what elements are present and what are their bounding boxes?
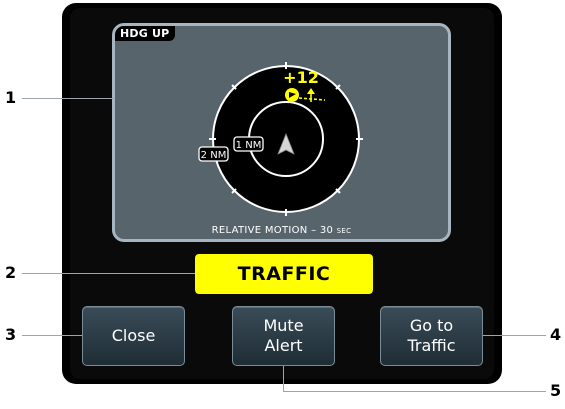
outer-ring-label: 2 NM — [201, 150, 227, 161]
motion-caption-text: RELATIVE MOTION – 30 — [211, 225, 334, 236]
traffic-map: HDG UP 2 NM 1 NM +12 RELATIVE MOTION – 3… — [112, 23, 451, 242]
callout-line-2 — [22, 273, 195, 274]
callout-4: 4 — [550, 325, 562, 344]
traffic-advisory-icon — [285, 88, 299, 102]
relative-motion-caption: RELATIVE MOTION – 30 SEC — [115, 225, 448, 236]
callout-5: 5 — [550, 381, 562, 400]
callout-2: 2 — [5, 263, 17, 282]
callout-line-5 — [283, 391, 546, 392]
close-button-label: Close — [111, 326, 156, 345]
mute-alert-button[interactable]: Mute Alert — [232, 306, 335, 366]
traffic-altitude-label: +12 — [283, 68, 319, 87]
mute-alert-line2: Alert — [264, 336, 303, 355]
callout-1: 1 — [5, 88, 17, 107]
close-button[interactable]: Close — [82, 306, 185, 366]
callout-line-3 — [22, 335, 82, 336]
callout-line-1 — [22, 98, 114, 99]
go-to-traffic-line2: Traffic — [407, 336, 456, 355]
callout-3: 3 — [5, 325, 17, 344]
inner-ring-label: 1 NM — [236, 140, 262, 151]
go-to-traffic-line1: Go to — [409, 316, 454, 335]
go-to-traffic-button[interactable]: Go to Traffic — [380, 306, 483, 366]
traffic-radar: 2 NM 1 NM +12 — [198, 62, 363, 216]
motion-caption-unit: SEC — [336, 227, 352, 235]
callout-line-5-vertical — [283, 366, 284, 391]
traffic-status-banner: TRAFFIC — [195, 254, 373, 294]
callout-line-4 — [483, 335, 546, 336]
mute-alert-line1: Mute — [263, 316, 304, 335]
